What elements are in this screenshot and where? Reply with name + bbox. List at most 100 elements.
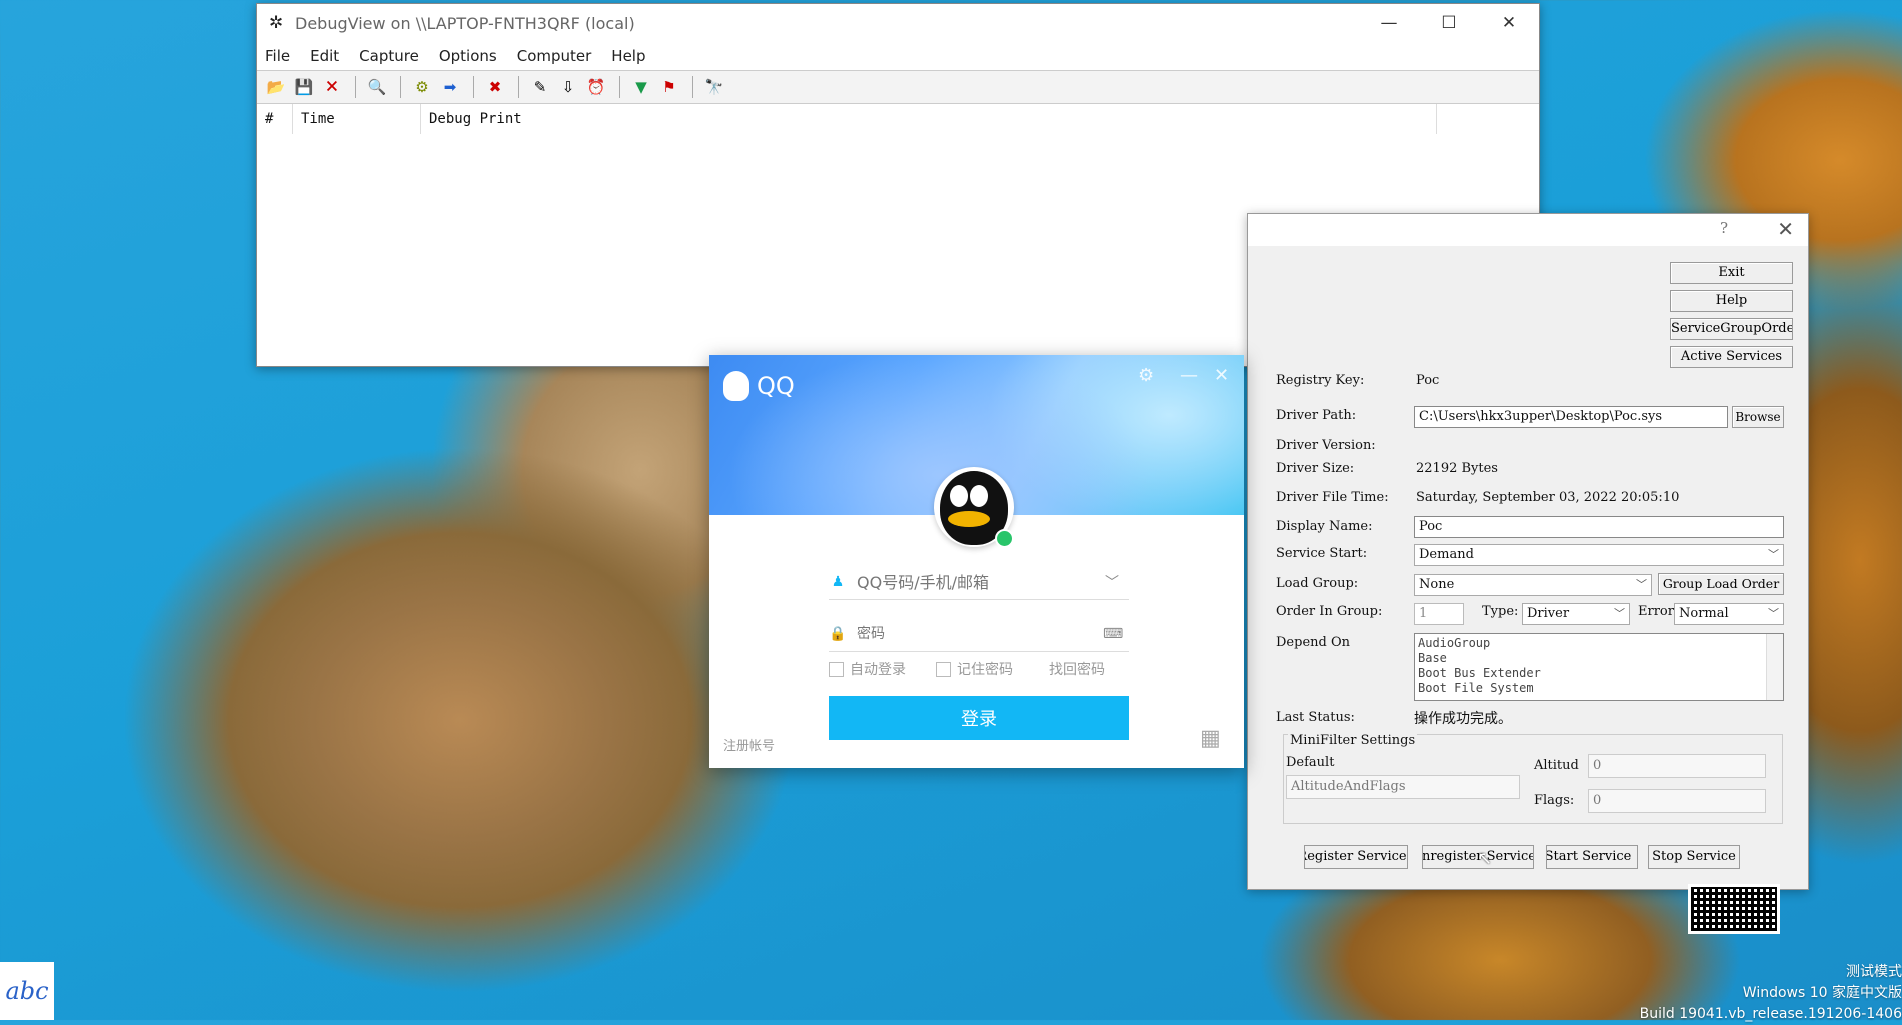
password-input[interactable] [855, 625, 1103, 643]
auto-login-label[interactable]: 自动登录 [850, 659, 906, 679]
column-number[interactable]: # [257, 104, 293, 134]
filter-icon[interactable]: ▼ [630, 76, 652, 98]
altitude-and-flags-field[interactable]: AltitudeAndFlags [1286, 775, 1520, 799]
minifilter-settings-title: MiniFilter Settings [1288, 733, 1418, 748]
save-icon[interactable]: 💾 [293, 76, 315, 98]
debugview-app-icon: ✲ [269, 13, 284, 33]
browse-button[interactable]: Browse [1732, 406, 1784, 428]
remember-password-checkbox[interactable] [936, 661, 951, 677]
list-item[interactable]: Boot Bus Extender [1418, 666, 1783, 681]
time-format-icon[interactable]: ✎ [529, 76, 551, 98]
open-icon[interactable]: 📂 [265, 76, 287, 98]
keyboard-icon[interactable]: ⌨ [1103, 626, 1123, 642]
service-group-order-button[interactable]: ServiceGroupOrder [1670, 318, 1793, 340]
list-item[interactable]: AudioGroup [1418, 636, 1783, 651]
service-start-value: Demand [1419, 547, 1474, 562]
minimize-icon[interactable]: — [1180, 365, 1198, 386]
maximize-button[interactable]: ☐ [1419, 4, 1479, 42]
menu-capture[interactable]: Capture [359, 47, 419, 65]
driver-loader-window: ? ✕ Exit Help ServiceGroupOrder Active S… [1247, 213, 1809, 890]
clear-icon[interactable]: ✖ [484, 76, 506, 98]
flags-field[interactable]: 0 [1588, 789, 1766, 813]
depend-on-label: Depend On [1276, 635, 1350, 650]
stop-service-button[interactable]: Stop Service [1648, 845, 1740, 869]
exit-button[interactable]: Exit [1670, 262, 1793, 284]
autoscroll-icon[interactable]: ⇩ [557, 76, 579, 98]
type-value: Driver [1527, 606, 1570, 621]
display-name-field[interactable]: Poc [1414, 516, 1784, 538]
login-options: 自动登录 记住密码 找回密码 [829, 659, 1129, 679]
help-question-icon[interactable]: ? [1720, 219, 1728, 237]
minimize-button[interactable]: — [1359, 4, 1419, 42]
highlight-icon[interactable]: ⚑ [658, 76, 680, 98]
column-debug-print[interactable]: Debug Print [421, 104, 1437, 134]
service-start-select[interactable]: Demand ﹀ [1414, 544, 1784, 566]
watermark-line: Build 19041.vb_release.191206-1406 [1639, 1006, 1902, 1022]
group-load-order-button[interactable]: Group Load Order [1658, 573, 1784, 595]
menu-options[interactable]: Options [439, 47, 497, 65]
auto-login-checkbox[interactable] [829, 661, 844, 677]
qq-account-icon: ♟ [831, 574, 845, 590]
chevron-down-icon: ﹀ [1768, 548, 1779, 561]
settings-gear-icon[interactable]: ⚙ [1138, 365, 1154, 386]
list-item[interactable]: Base [1418, 651, 1783, 666]
order-in-group-spinner[interactable]: 1 [1414, 603, 1464, 625]
menu-help[interactable]: Help [611, 47, 645, 65]
capture-icon[interactable]: 🔍 [366, 76, 388, 98]
remember-password-label[interactable]: 记住密码 [957, 659, 1013, 679]
error-control-select[interactable]: Normal ﹀ [1674, 603, 1784, 625]
last-status-value: 操作成功完成。 [1414, 711, 1512, 727]
qr-code-icon[interactable]: ▦ [1200, 726, 1226, 752]
chevron-down-icon[interactable]: ﹀ [1103, 572, 1121, 592]
load-group-select[interactable]: None ﹀ [1414, 574, 1652, 596]
driver-size-label: Driver Size: [1276, 461, 1355, 476]
driver-path-field[interactable]: C:\Users\hkx3upper\Desktop\Poc.sys [1414, 406, 1728, 428]
driver-close-icon[interactable]: ✕ [1777, 217, 1794, 241]
type-select[interactable]: Driver ﹀ [1522, 603, 1630, 625]
ime-indicator[interactable]: abc [0, 962, 54, 1020]
find-icon[interactable]: 🔭 [703, 76, 725, 98]
list-item[interactable]: Boot File System [1418, 681, 1783, 696]
pass-through-icon[interactable]: ➡ [439, 76, 461, 98]
chevron-down-icon: ﹀ [1614, 607, 1625, 620]
lock-icon: 🔒 [829, 626, 847, 642]
menu-file[interactable]: File [265, 47, 290, 65]
registry-key-value: Poc [1416, 373, 1440, 388]
close-button[interactable]: ✕ [1479, 4, 1539, 42]
menu-edit[interactable]: Edit [310, 47, 339, 65]
debugview-menubar: File Edit Capture Options Computer Help [257, 42, 1539, 70]
error-label: Error [1638, 604, 1674, 619]
register-account-link[interactable]: 注册帐号 [723, 735, 775, 754]
start-service-button[interactable]: Start Service [1546, 845, 1638, 869]
qr-code-image [1688, 884, 1780, 934]
menu-computer[interactable]: Computer [517, 47, 592, 65]
error-value: Normal [1679, 606, 1729, 621]
clock-icon[interactable]: ⏰ [585, 76, 607, 98]
find-password-link[interactable]: 找回密码 [1049, 659, 1105, 679]
watermark-line: 测试模式 [1846, 964, 1902, 980]
close-icon[interactable]: ✕ [1214, 365, 1229, 386]
altitude-field[interactable]: 0 [1588, 754, 1766, 778]
column-time[interactable]: Time [293, 104, 421, 134]
depend-on-list[interactable]: AudioGroup Base Boot Bus Extender Boot F… [1414, 633, 1784, 701]
clear-display-icon[interactable]: 🗙 [321, 76, 343, 98]
login-button[interactable]: 登录 [829, 696, 1129, 740]
capture-kernel-icon[interactable]: ⚙ [411, 76, 433, 98]
driver-size-value: 22192 Bytes [1416, 461, 1498, 476]
depend-list-scrollbar[interactable] [1766, 634, 1783, 700]
account-field: ♟ ﹀ [829, 565, 1129, 600]
register-service-button[interactable]: Register Service [1304, 845, 1408, 869]
minifilter-default-label: Default [1286, 755, 1335, 770]
debugview-titlebar[interactable]: ✲ DebugView on \\LAPTOP-FNTH3QRF (local) [257, 4, 1539, 42]
active-services-button[interactable]: Active Services [1670, 346, 1793, 368]
service-start-label: Service Start: [1276, 546, 1368, 561]
registry-key-label: Registry Key: [1276, 373, 1365, 388]
qq-login-window: QQ ⚙ — ✕ ♟ ﹀ 🔒 ⌨ 自动登录 记住密码 找回密码 登录 注册帐号 … [709, 355, 1244, 768]
debugview-title: DebugView on \\LAPTOP-FNTH3QRF (local) [295, 13, 635, 33]
account-input[interactable] [855, 571, 1103, 593]
mouse-cursor-icon: ↖ [1477, 848, 1493, 869]
help-button[interactable]: Help [1670, 290, 1793, 312]
debugview-toolbar: 📂 💾 🗙 🔍 ⚙ ➡ ✖ ✎ ⇩ ⏰ ▼ ⚑ 🔭 [257, 70, 1539, 104]
driver-version-label: Driver Version: [1276, 438, 1376, 453]
qq-penguin-icon [723, 371, 749, 401]
